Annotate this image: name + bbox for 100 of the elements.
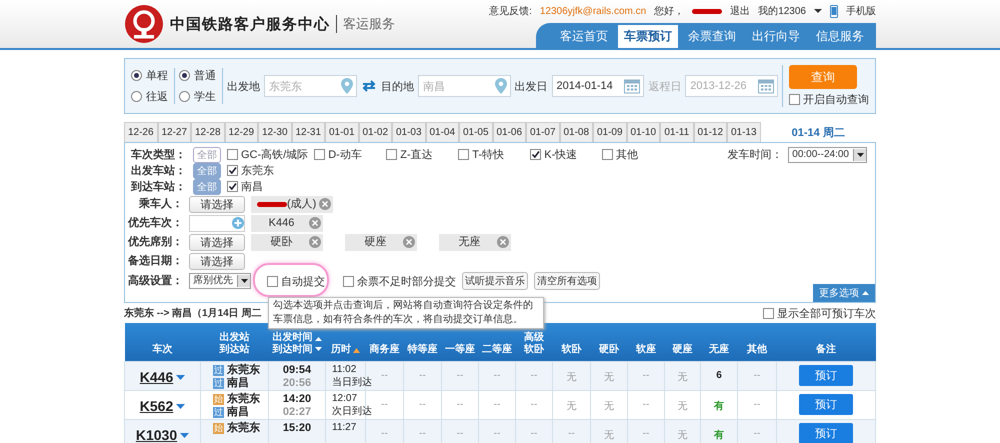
date-tab[interactable]: 12-29 bbox=[224, 122, 258, 142]
date-tab[interactable]: 01-12 bbox=[694, 122, 727, 142]
checkbox[interactable]: 南昌 bbox=[227, 179, 263, 194]
caret-icon bbox=[180, 433, 190, 438]
selected-chip[interactable]: 无座 bbox=[439, 234, 511, 250]
select-button[interactable]: 请选择 bbox=[189, 234, 245, 250]
table-cell: 6 bbox=[700, 362, 738, 390]
route-summary: 东莞东 --> 南昌（1月14日 周二 bbox=[124, 306, 262, 320]
music-button[interactable]: 试听提示音乐 bbox=[462, 272, 528, 290]
date-tab[interactable]: 01-06 bbox=[492, 122, 526, 142]
select-button[interactable]: 请选择 bbox=[189, 196, 245, 212]
swap-icon bbox=[360, 80, 377, 92]
date-tab[interactable]: 12-30 bbox=[258, 122, 292, 142]
remove-icon bbox=[319, 198, 332, 210]
date-tab[interactable]: 01-02 bbox=[358, 122, 392, 142]
selected-chip[interactable]: 硬卧 bbox=[251, 234, 323, 250]
radio-button[interactable]: 往返 bbox=[131, 89, 168, 104]
book-button[interactable]: 预订 bbox=[799, 394, 853, 415]
radio-button[interactable]: 普通 bbox=[179, 68, 216, 83]
select-button[interactable]: 请选择 bbox=[189, 252, 245, 270]
tooltip: 勾选本选项并点击查询后，网站将自动查询符合设定条件的车票信息，如有符合条件的车次，将自动提交订单信息。 bbox=[268, 297, 544, 329]
date-tab[interactable]: 01-04 bbox=[426, 122, 459, 142]
field-label: 目的地 bbox=[380, 80, 414, 94]
radio-button[interactable]: 学生 bbox=[179, 89, 216, 104]
date-tab[interactable]: 01-13 bbox=[727, 122, 760, 142]
arrival-day: 当日到达 bbox=[332, 377, 372, 389]
nav-tab[interactable]: 余票查询 bbox=[682, 25, 742, 48]
selected-chip[interactable]: (成人) bbox=[251, 196, 334, 212]
date-tab[interactable]: 12-27 bbox=[158, 122, 191, 142]
nav-tab[interactable]: 客运首页 bbox=[554, 25, 614, 48]
table-cell: -- bbox=[516, 362, 552, 390]
table-cell: -- bbox=[516, 420, 552, 443]
caret-icon bbox=[176, 375, 186, 380]
table-cell: -- bbox=[404, 420, 442, 443]
table-cell: -- bbox=[478, 362, 516, 390]
time-select[interactable]: 00:00--24:00 bbox=[788, 146, 867, 162]
checkbox[interactable]: 显示全部可预订车次 bbox=[763, 306, 876, 320]
station-name: 东莞东 bbox=[227, 422, 260, 434]
station-badge: 始 bbox=[213, 394, 224, 404]
mobile-link[interactable]: 手机版 bbox=[846, 4, 876, 18]
checkbox[interactable]: 东莞东 bbox=[227, 163, 274, 178]
more-options-button[interactable]: 更多选项 bbox=[813, 284, 875, 302]
table-cell: -- bbox=[738, 362, 776, 390]
column-header: 硬座 bbox=[664, 323, 700, 362]
book-button[interactable]: 预订 bbox=[799, 365, 853, 386]
date-tab[interactable]: 01-07 bbox=[526, 122, 560, 142]
date-tab[interactable]: 01-08 bbox=[560, 122, 593, 142]
table-cell: -- bbox=[442, 362, 478, 390]
date-tab[interactable]: 01-03 bbox=[392, 122, 426, 142]
feedback-label: 意见反馈: bbox=[489, 4, 532, 18]
sort-icon bbox=[353, 348, 360, 352]
table-cell: -- bbox=[366, 420, 404, 443]
account-menu[interactable]: 我的12306 bbox=[758, 4, 806, 18]
column-header: 无座 bbox=[700, 323, 738, 362]
duration: 11:27 bbox=[332, 422, 356, 434]
date-tab[interactable]: 12-26 bbox=[124, 122, 158, 142]
table-cell: 无 bbox=[552, 362, 590, 390]
greeting-text: 您好， bbox=[654, 5, 684, 18]
station-name: 南昌 bbox=[227, 377, 249, 389]
book-button[interactable]: 预订 bbox=[799, 423, 853, 443]
date-tab[interactable]: 12-31 bbox=[292, 122, 325, 142]
priority-select[interactable]: 席别优先 bbox=[189, 273, 251, 289]
departure-time: 15:20 bbox=[282, 422, 312, 434]
table-cell: -- bbox=[478, 420, 516, 443]
column-header: 软卧 bbox=[552, 323, 590, 362]
checkbox[interactable]: 其他 bbox=[602, 147, 668, 162]
selected-chip[interactable]: 硬座 bbox=[345, 234, 417, 250]
checkbox[interactable]: 自动提交 bbox=[267, 274, 325, 288]
date-tab[interactable]: 01-01 bbox=[325, 122, 358, 142]
date-tab[interactable]: 01-05 bbox=[459, 122, 492, 142]
checkbox[interactable]: 开启自动查询 bbox=[789, 92, 869, 107]
station-name: 东莞东 bbox=[227, 364, 260, 376]
arrival-day: 次日到达 bbox=[332, 406, 372, 418]
checkbox[interactable]: K-快速 bbox=[530, 147, 596, 162]
nav-tab[interactable]: 信息服务 bbox=[810, 25, 870, 48]
checkbox[interactable]: GC-高铁/城际 bbox=[227, 147, 308, 162]
radio-button[interactable]: 单程 bbox=[131, 68, 168, 83]
date-tab[interactable]: 12-28 bbox=[191, 122, 224, 142]
date-tab[interactable]: 01-10 bbox=[626, 122, 660, 142]
checkbox[interactable]: 余票不足时部分提交 bbox=[343, 274, 456, 288]
table-cell: 无 bbox=[664, 362, 700, 390]
selected-chip[interactable]: K446 bbox=[251, 214, 323, 232]
checkbox[interactable]: T-特快 bbox=[458, 147, 524, 162]
nav-tab[interactable]: 出行向导 bbox=[746, 25, 806, 48]
column-header: 出发站 到达站 bbox=[200, 323, 268, 362]
remove-icon bbox=[403, 236, 415, 248]
train-input[interactable] bbox=[189, 214, 245, 232]
checkbox[interactable]: D-动车 bbox=[314, 147, 380, 162]
departure-time: 14:20 bbox=[282, 393, 312, 405]
logout-link[interactable]: 退出 bbox=[730, 4, 750, 18]
nav-tab[interactable]: 车票预订 bbox=[618, 25, 678, 48]
date-tab[interactable]: 01-11 bbox=[660, 122, 694, 142]
date-field[interactable]: 2014-01-14 bbox=[552, 75, 644, 97]
checkbox[interactable]: Z-直达 bbox=[386, 147, 452, 162]
date-tab[interactable]: 01-09 bbox=[593, 122, 626, 142]
table-cell: -- bbox=[552, 420, 590, 443]
arrival-time: 20:56 bbox=[282, 377, 312, 389]
remove-icon bbox=[309, 217, 321, 229]
filter-label: 优先席别： bbox=[126, 235, 183, 249]
clear-button[interactable]: 清空所有选项 bbox=[534, 272, 600, 290]
